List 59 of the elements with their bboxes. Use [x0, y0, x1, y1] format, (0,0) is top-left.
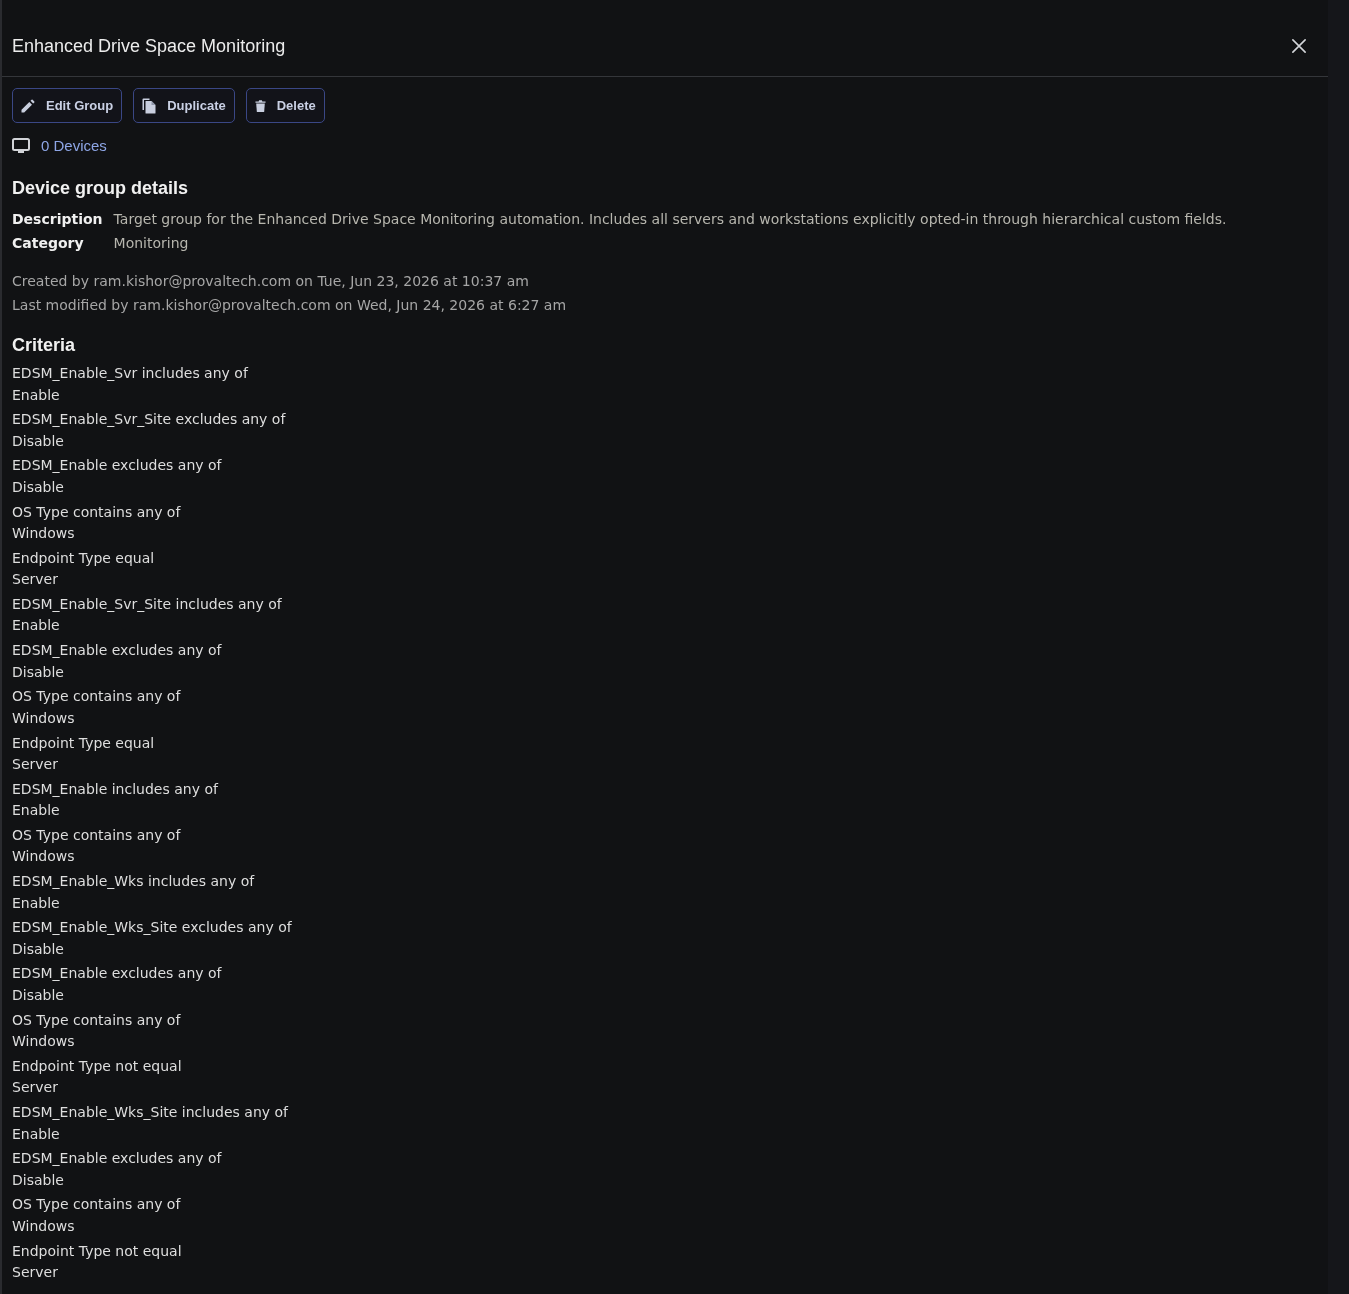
criterion-condition: EDSM_Enable excludes any of	[12, 641, 222, 661]
criterion-value: Windows	[12, 1032, 75, 1052]
criterion-value: Enable	[12, 1124, 60, 1144]
criterion-value: Server	[12, 570, 58, 590]
criterion-condition: OS Type contains any of	[12, 502, 181, 522]
criterion-value: Disable	[12, 662, 64, 682]
criterion-condition: OS Type contains any of	[12, 825, 181, 845]
field-label: Description	[12, 210, 103, 229]
devices-link[interactable]: 0 Devices	[41, 136, 107, 156]
criterion-condition: EDSM_Enable_Wks_Site excludes any of	[12, 918, 292, 938]
criterion-condition: EDSM_Enable excludes any of	[12, 1149, 222, 1169]
section-heading: Device group details	[12, 177, 189, 200]
criterion-value: Windows	[12, 847, 75, 867]
section-heading: Criteria	[12, 334, 76, 357]
panel-title: Enhanced Drive Space Monitoring	[12, 34, 286, 58]
audit-text: Created by ram.kishor@provaltech.com on Tue, Jun 23, 2026 at 10:37 am	[12, 272, 529, 291]
edit-button[interactable]: Edit Group	[12, 88, 123, 123]
audit-text: Last modified by ram.kishor@provaltech.com on Wed, Jun 24, 2026 at 6:27 am	[12, 296, 567, 315]
criterion-value: Windows	[12, 524, 75, 544]
copy-icon	[142, 97, 157, 114]
criterion-value: Disable	[12, 939, 64, 959]
criterion-value: Windows	[12, 1216, 75, 1236]
criterion-condition: EDSM_Enable_Svr_Site excludes any of	[12, 410, 286, 430]
criterion-condition: EDSM_Enable_Wks includes any of	[12, 872, 255, 892]
close-button[interactable]	[1292, 38, 1306, 53]
trash-icon	[254, 98, 266, 113]
criterion-value: Enable	[12, 801, 60, 821]
criterion-condition: OS Type contains any of	[12, 1195, 181, 1215]
field-value: Monitoring	[113, 234, 189, 253]
criterion-condition: EDSM_Enable excludes any of	[12, 456, 222, 476]
monitor-icon	[12, 138, 30, 154]
criterion-value: Disable	[12, 431, 64, 451]
criterion-value: Enable	[12, 893, 60, 913]
field-label: Category	[12, 234, 84, 253]
criterion-condition: EDSM_Enable excludes any of	[12, 964, 222, 984]
criterion-value: Disable	[12, 985, 64, 1005]
duplicate-button[interactable]: Duplicate	[133, 88, 235, 123]
criterion-condition: Endpoint Type equal	[12, 548, 155, 568]
criterion-condition: Endpoint Type not equal	[12, 1056, 182, 1076]
pencil-icon	[21, 98, 35, 113]
criterion-value: Enable	[12, 616, 60, 636]
criterion-value: Server	[12, 1263, 58, 1283]
criterion-value: Enable	[12, 385, 60, 405]
criterion-condition: EDSM_Enable_Svr includes any of	[12, 364, 248, 383]
criterion-condition: EDSM_Enable includes any of	[12, 779, 218, 799]
criterion-condition: EDSM_Enable_Svr_Site includes any of	[12, 594, 282, 614]
close-icon	[1292, 38, 1306, 53]
criterion-value: Server	[12, 755, 58, 774]
criterion-condition: OS Type contains any of	[12, 1010, 181, 1030]
criterion-value: Server	[12, 1078, 58, 1098]
criterion-value: Disable	[12, 1170, 64, 1190]
criterion-condition: Endpoint Type not equal	[12, 1241, 182, 1261]
criterion-condition: EDSM_Enable_Wks_Site includes any of	[12, 1103, 288, 1122]
field-value: Target group for the Enhanced Drive Space Monitoring automation. Includes all servers and workstations explicitly opted-in through hierarchical custom fields.	[113, 210, 1227, 229]
criterion-value: Windows	[12, 708, 75, 728]
delete-button[interactable]: Delete	[245, 88, 325, 123]
criterion-value: Disable	[12, 477, 64, 497]
criterion-condition: OS Type contains any of	[12, 687, 181, 707]
criterion-condition: Endpoint Type equal	[12, 733, 155, 753]
